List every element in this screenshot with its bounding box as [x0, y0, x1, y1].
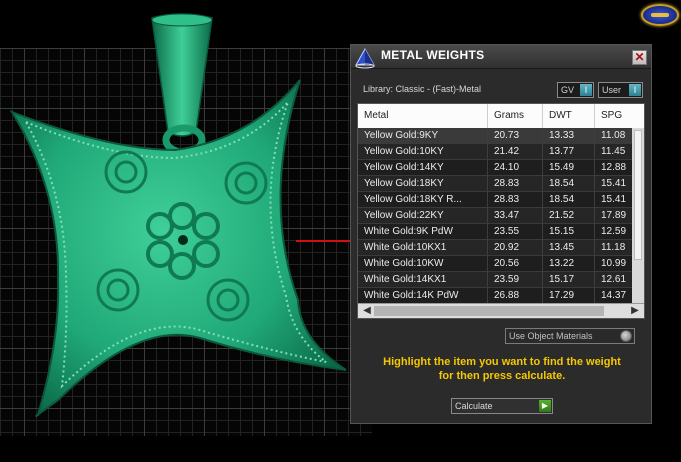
gv-toggle-knob[interactable]: I	[580, 84, 592, 96]
calculate-button[interactable]: Calculate ▶	[451, 398, 553, 414]
cell-grams: 26.88	[488, 288, 543, 304]
play-icon[interactable]: ▶	[539, 400, 551, 412]
horizontal-scrollbar[interactable]: ◀ ▶	[358, 303, 644, 318]
table-body: Yellow Gold:9KY 20.73 13.33 11.08 Yellow Gol…	[358, 128, 644, 304]
gv-toggle-label: GV	[561, 85, 575, 95]
cell-dwt: 13.33	[543, 128, 595, 144]
header-grams[interactable]: Grams	[488, 104, 543, 128]
radio-icon[interactable]	[620, 330, 632, 342]
library-label: Library: Classic - (Fast)-Metal	[363, 84, 482, 94]
logo-icon[interactable]	[641, 4, 679, 26]
scroll-right-icon[interactable]: ▶	[628, 304, 642, 318]
cell-dwt: 18.54	[543, 176, 595, 192]
cell-dwt: 21.52	[543, 208, 595, 224]
instruction-line-1: Highlight the item you want to find the …	[383, 356, 621, 368]
table-row[interactable]: Yellow Gold:18KY R... 28.83 18.54 15.41	[358, 192, 644, 208]
cell-grams: 21.42	[488, 144, 543, 160]
table-row[interactable]: Yellow Gold:14KY 24.10 15.49 12.88	[358, 160, 644, 176]
vertical-scroll-thumb[interactable]	[634, 130, 642, 260]
user-toggle-label: User	[602, 85, 622, 95]
pyramid-icon	[355, 47, 375, 69]
cell-grams: 28.83	[488, 192, 543, 208]
table-row[interactable]: White Gold:14K PdW 26.88 17.29 14.37	[358, 288, 644, 304]
cell-dwt: 13.77	[543, 144, 595, 160]
table-row[interactable]: Yellow Gold:18KY 28.83 18.54 15.41	[358, 176, 644, 192]
table-row[interactable]: Yellow Gold:22KY 33.47 21.52 17.89	[358, 208, 644, 224]
table-row[interactable]: Yellow Gold:10KY 21.42 13.77 11.45	[358, 144, 644, 160]
table-row[interactable]: White Gold:10KX1 20.92 13.45 11.18	[358, 240, 644, 256]
instruction-text: Highlight the item you want to find the …	[361, 355, 643, 383]
gv-toggle[interactable]: GV I	[557, 82, 594, 98]
cell-metal: White Gold:14KX1	[358, 272, 488, 288]
cell-grams: 23.59	[488, 272, 543, 288]
cell-dwt: 17.29	[543, 288, 595, 304]
header-dwt[interactable]: DWT	[543, 104, 595, 128]
table-row[interactable]: White Gold:9K PdW 23.55 15.15 12.59	[358, 224, 644, 240]
pendant-model[interactable]	[0, 0, 372, 440]
cell-metal: White Gold:14K PdW	[358, 288, 488, 304]
cell-grams: 20.56	[488, 256, 543, 272]
cell-metal: Yellow Gold:18KY	[358, 176, 488, 192]
cell-grams: 20.73	[488, 128, 543, 144]
header-metal[interactable]: Metal	[358, 104, 488, 128]
cell-dwt: 18.54	[543, 192, 595, 208]
instruction-line-2: for then press calculate.	[438, 370, 566, 382]
header-spg[interactable]: SPG	[595, 104, 644, 128]
close-icon[interactable]: ✕	[632, 50, 647, 65]
user-toggle[interactable]: User I	[598, 82, 643, 98]
library-bar: Library: Classic - (Fast)-Metal GV I Use…	[351, 77, 651, 98]
cell-metal: White Gold:10KW	[358, 256, 488, 272]
cell-dwt: 15.15	[543, 224, 595, 240]
scroll-left-icon[interactable]: ◀	[360, 304, 374, 318]
table-row[interactable]: White Gold:10KW 20.56 13.22 10.99	[358, 256, 644, 272]
use-object-materials-label: Use Object Materials	[509, 331, 593, 341]
horizontal-scroll-thumb[interactable]	[374, 306, 604, 316]
table-row[interactable]: White Gold:14KX1 23.59 15.17 12.61	[358, 272, 644, 288]
cell-metal: White Gold:10KX1	[358, 240, 488, 256]
cell-metal: Yellow Gold:14KY	[358, 160, 488, 176]
table-row[interactable]: Yellow Gold:9KY 20.73 13.33 11.08	[358, 128, 644, 144]
metal-table[interactable]: Metal Grams DWT SPG Yellow Gold:9KY 20.73…	[357, 103, 645, 319]
panel-titlebar[interactable]: METAL WEIGHTS ✕	[351, 45, 651, 69]
use-object-materials-toggle[interactable]: Use Object Materials	[505, 328, 635, 344]
cell-grams: 33.47	[488, 208, 543, 224]
cell-grams: 23.55	[488, 224, 543, 240]
cell-grams: 20.92	[488, 240, 543, 256]
cell-dwt: 13.45	[543, 240, 595, 256]
cell-metal: White Gold:9K PdW	[358, 224, 488, 240]
cell-dwt: 13.22	[543, 256, 595, 272]
cell-metal: Yellow Gold:10KY	[358, 144, 488, 160]
table-header: Metal Grams DWT SPG	[358, 104, 644, 128]
panel-title: METAL WEIGHTS	[381, 48, 485, 62]
cell-metal: Yellow Gold:22KY	[358, 208, 488, 224]
calculate-label: Calculate	[455, 401, 493, 411]
metal-weights-panel: METAL WEIGHTS ✕ Library: Classic - (Fast…	[350, 44, 652, 424]
vertical-scrollbar[interactable]	[632, 128, 644, 304]
cell-metal: Yellow Gold:9KY	[358, 128, 488, 144]
cell-dwt: 15.17	[543, 272, 595, 288]
cell-grams: 24.10	[488, 160, 543, 176]
user-toggle-knob[interactable]: I	[629, 84, 641, 96]
cell-dwt: 15.49	[543, 160, 595, 176]
cell-grams: 28.83	[488, 176, 543, 192]
cell-metal: Yellow Gold:18KY R...	[358, 192, 488, 208]
